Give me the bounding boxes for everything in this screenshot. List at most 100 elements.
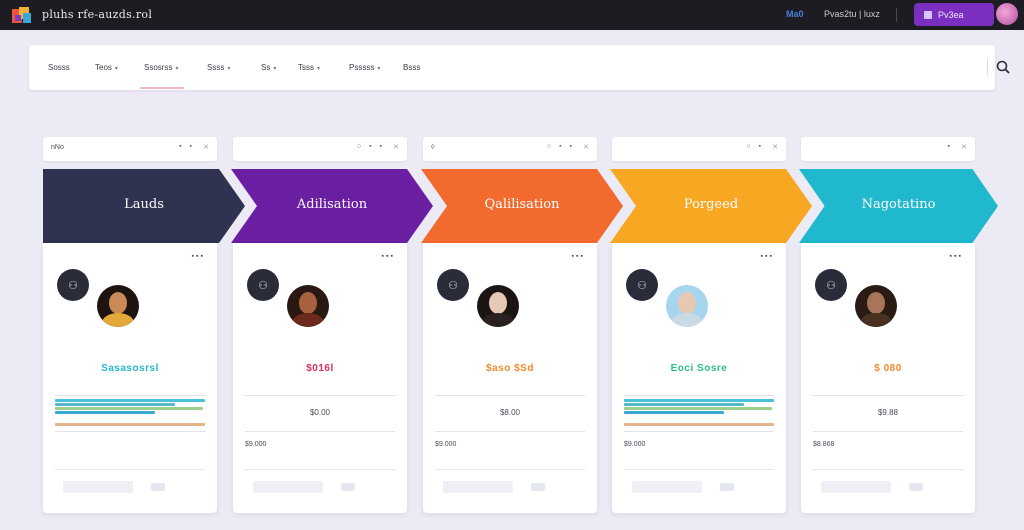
user-avatar[interactable] [996,3,1018,25]
column-toolbar: nNo ▪ ▪ ✕ [43,137,217,161]
stage-title: Lauds [124,197,164,212]
top-divider [896,8,897,22]
avatar-face [678,292,696,314]
nav-separator [987,59,988,75]
deal-card[interactable]: ▪▪▪ ⚇ $aso $Sd $8.00 $9.000 [423,243,597,513]
column-toolbar: ◊ ○ ▪ ▪ ✕ [423,137,597,161]
deal-amount: Eoci Sosre [670,363,728,374]
more-options-icon[interactable]: ▪▪▪ [761,253,774,260]
avatar-body [102,313,134,327]
divider [435,469,585,470]
deal-subvalue: $8.00 [499,408,521,417]
deal-card[interactable]: ▪▪▪ ⚇ $ 080 $9.88 $8.868 [801,243,975,513]
deal-subvalue: $0.00 [309,408,331,417]
divider [245,395,395,396]
close-icon[interactable]: ✕ [961,143,967,151]
chevron-down-icon: ▾ [175,66,179,72]
stage-title: Adilisation [296,197,368,212]
top-cta-button[interactable]: Pv3ea [914,3,994,26]
column-toolbar-icons[interactable]: ○ ▪ [746,143,764,150]
card-tag [531,483,545,491]
column-toolbar-icons[interactable]: ○ ▪ ▪ [547,143,575,150]
divider [435,431,585,432]
nav-item[interactable]: Teos ▾ [95,63,118,72]
divider [624,431,774,432]
search-icon[interactable] [995,59,1011,75]
card-action-button[interactable] [443,481,513,493]
nav-item[interactable]: Tsss ▾ [298,63,320,72]
nav-item[interactable]: Sosss [48,63,70,72]
stage-badge-icon: ⚇ [437,269,469,301]
avatar [97,285,139,327]
app-title: pluhs rfe-auzds.rol [42,8,153,21]
column-toolbar: ○ ▪ ▪ ✕ [233,137,407,161]
column-toolbar-icons[interactable]: ○ ▪ ▪ [357,143,385,150]
more-options-icon[interactable]: ▪▪▪ [950,253,963,260]
chevron-down-icon: ▾ [227,66,231,72]
activity-bar [624,407,772,410]
avatar-face [489,292,507,314]
user-menu-link[interactable]: Pvas2tu | luxz [824,9,880,19]
column-toolbar: ▪ ✕ [801,137,975,161]
stage-header[interactable]: Qalilisation [421,169,623,243]
activity-bar [55,403,175,406]
stage-header[interactable]: Adilisation [231,169,433,243]
divider [245,431,395,432]
close-icon[interactable]: ✕ [203,143,209,151]
activity-bar [624,411,724,414]
top-link-primary[interactable]: Ma0 [786,9,804,19]
more-options-icon[interactable]: ▪▪▪ [192,253,205,260]
stage-header[interactable]: Porgeed [610,169,812,243]
deal-subvalue: $9.88 [877,408,899,417]
card-action-button[interactable] [253,481,323,493]
nav-item-label: Bsss [403,63,421,72]
deal-amount: $aso $Sd [486,363,534,374]
avatar-body [860,313,892,327]
avatar-body [482,313,514,327]
more-options-icon[interactable]: ▪▪▪ [382,253,395,260]
deal-amount: Sasasosrsl [101,363,159,374]
avatar-face [299,292,317,314]
stage-badge-icon: ⚇ [247,269,279,301]
deal-amount: $ 080 [874,363,902,374]
card-tag [909,483,923,491]
column-toolbar-label: ◊ [431,144,435,151]
deal-amount: $016l [306,363,334,374]
nav-item[interactable]: Bsss [403,63,420,72]
stage-header[interactable]: Nagotatino [799,169,998,243]
card-tag [720,483,734,491]
card-action-button[interactable] [63,481,133,493]
close-icon[interactable]: ✕ [393,143,399,151]
stage-title: Nagotatino [861,197,936,212]
app-logo-icon[interactable] [11,5,33,25]
deal-card[interactable]: ▪▪▪ ⚇ $016l $0.00 $9.000 [233,243,407,513]
column-toolbar: ○ ▪ ✕ [612,137,786,161]
column-toolbar-label: nNo [51,144,64,151]
chevron-down-icon: ▾ [273,66,277,72]
column-toolbar-icons[interactable]: ▪ ▪ [179,143,195,150]
divider [435,395,585,396]
nav-item[interactable]: Ssss ▾ [207,63,230,72]
nav-item-label: Ss [261,63,271,72]
activity-bar [624,399,774,402]
nav-item[interactable]: Psssss ▾ [349,63,380,72]
divider [813,431,963,432]
card-action-button[interactable] [821,481,891,493]
column-toolbar-icons[interactable]: ▪ [948,143,953,150]
close-icon[interactable]: ✕ [583,143,589,151]
close-icon[interactable]: ✕ [772,143,778,151]
deal-secondary-value: $8.868 [813,441,835,448]
divider [245,469,395,470]
card-action-button[interactable] [632,481,702,493]
activity-bar [55,407,203,410]
deal-card[interactable]: ▪▪▪ ⚇ Eoci Sosre $9.000 [612,243,786,513]
nav-item[interactable]: Ss ▾ [261,63,276,72]
more-options-icon[interactable]: ▪▪▪ [572,253,585,260]
chevron-down-icon: ▾ [114,66,118,72]
card-tag [341,483,355,491]
nav-item[interactable]: Ssosrss ▾ [139,63,186,89]
deal-card[interactable]: ▪▪▪ ⚇ Sasasosrsl [43,243,217,513]
cta-icon [924,10,932,19]
avatar [287,285,329,327]
stage-header[interactable]: Lauds [43,169,245,243]
